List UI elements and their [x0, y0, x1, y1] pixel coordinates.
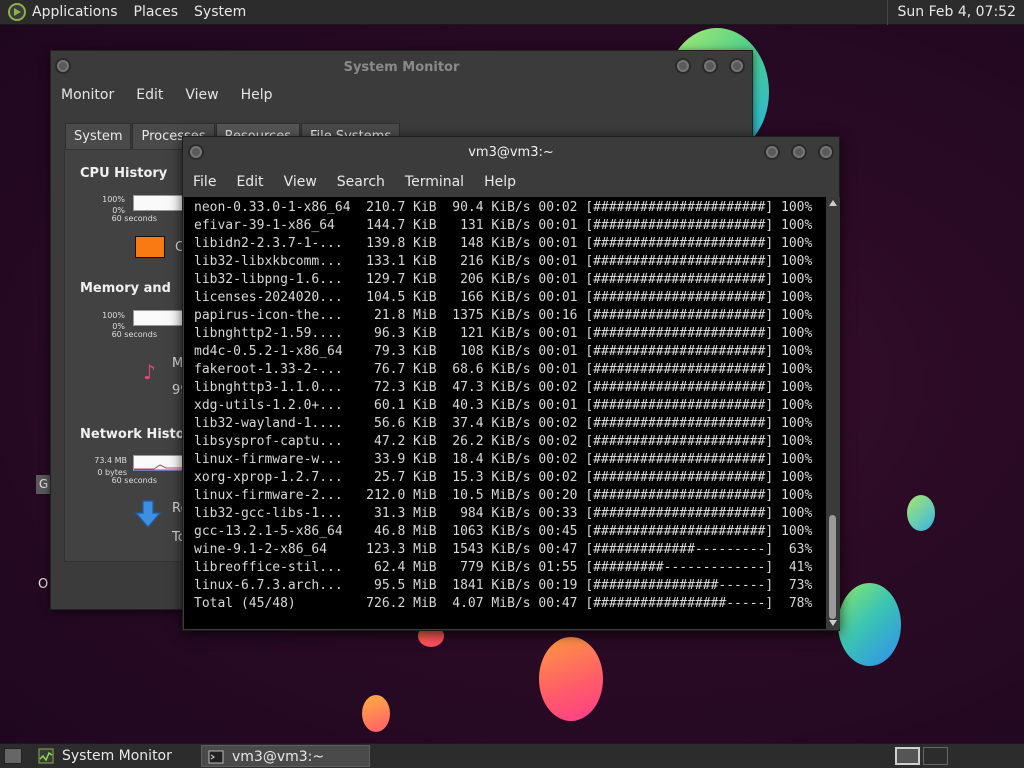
terminal-line: libreoffice-stil... 62.4 MiB 779 KiB/s 0…	[194, 560, 813, 575]
terminal-line: libnghttp3-1.1.0... 72.3 KiB 47.3 KiB/s …	[194, 380, 813, 395]
menu-edit[interactable]: Edit	[136, 87, 163, 103]
taskbar-item-terminal[interactable]: vm3@vm3:~	[201, 745, 370, 767]
minimize-button[interactable]	[675, 58, 691, 74]
memory-pie-icon[interactable]: ♪	[143, 360, 165, 384]
window-titlebar[interactable]: System Monitor	[51, 51, 752, 83]
terminal-line: lib32-gcc-libs-1... 31.3 MiB 984 KiB/s 0…	[194, 506, 813, 521]
desktop-label-fragment: O	[38, 577, 49, 592]
network-graph-lines	[134, 464, 184, 471]
menu-places[interactable]: Places	[134, 4, 179, 20]
terminal-line: libnghttp2-1.59.... 96.3 KiB 121 KiB/s 0…	[194, 326, 813, 341]
terminal-line: md4c-0.5.2-1-x86_64 79.3 KiB 108 KiB/s 0…	[194, 344, 813, 359]
menu-terminal[interactable]: Terminal	[405, 174, 464, 190]
terminal-line: xdg-utils-1.2.0+... 60.1 KiB 40.3 KiB/s …	[194, 398, 813, 413]
terminal-line: linux-firmware-w... 33.9 KiB 18.4 KiB/s …	[194, 452, 813, 467]
system-monitor-icon	[38, 748, 54, 764]
wallpaper-bubble	[539, 637, 603, 721]
terminal-line: wine-9.1-2-x86_64 123.3 MiB 1543 KiB/s 0…	[194, 542, 813, 557]
terminal-line: linux-6.7.3.arch... 95.5 MiB 1841 KiB/s …	[194, 578, 813, 593]
terminal-line: lib32-libxkbcomm... 133.1 KiB 216 KiB/s …	[194, 254, 813, 269]
taskbar-item-label: System Monitor	[62, 748, 172, 764]
terminal-line: neon-0.33.0-1-x86_64 210.7 KiB 90.4 KiB/…	[194, 200, 813, 215]
cpu-history-title: CPU History	[80, 166, 168, 181]
cpu-xlabel: 60 seconds	[111, 214, 157, 223]
terminal-window[interactable]: vm3@vm3:~ File Edit View Search Terminal…	[182, 136, 840, 631]
terminal-screen[interactable]: neon-0.33.0-1-x86_64 210.7 KiB 90.4 KiB/…	[184, 197, 826, 629]
network-xlabel: 60 seconds	[111, 476, 157, 485]
scroll-down-arrow-icon[interactable]	[829, 620, 837, 626]
terminal-line: Total (45/48) 726.2 MiB 4.07 MiB/s 00:47…	[194, 596, 813, 611]
top-menu: Applications Places System	[0, 0, 262, 24]
terminal-line: libsysprof-captu... 47.2 KiB 26.2 KiB/s …	[194, 434, 813, 449]
menubar: Monitor Edit View Help	[61, 87, 295, 103]
terminal-line: lib32-libpng-1.6... 129.7 KiB 206 KiB/s …	[194, 272, 813, 287]
terminal-line: gcc-13.2.1-5-x86_64 46.8 MiB 1063 KiB/s …	[194, 524, 813, 539]
menu-monitor[interactable]: Monitor	[61, 87, 114, 103]
wallpaper-bubble	[838, 583, 901, 666]
wallpaper-bubble	[362, 695, 390, 732]
menu-view[interactable]: View	[185, 87, 218, 103]
menu-search[interactable]: Search	[337, 174, 385, 190]
memory-graph	[133, 310, 183, 326]
cpu-color-swatch[interactable]	[135, 236, 165, 258]
terminal-line: licenses-2024020... 104.5 KiB 166 KiB/s …	[194, 290, 813, 305]
memory-history-title: Memory and Swa	[80, 281, 170, 296]
network-ymax: 73.4 MB	[94, 456, 127, 465]
menu-system[interactable]: System	[194, 4, 246, 20]
maximize-button[interactable]	[702, 58, 718, 74]
show-desktop-icon[interactable]	[4, 748, 22, 764]
desktop-icon-fragment[interactable]: G	[36, 475, 51, 494]
memory-ymax: 100%	[102, 311, 125, 320]
terminal-line: lib32-wayland-1.... 56.6 KiB 37.4 KiB/s …	[194, 416, 813, 431]
minimize-button[interactable]	[764, 144, 780, 160]
menubar: File Edit View Search Terminal Help	[193, 174, 536, 190]
terminal-icon	[208, 749, 224, 765]
terminal-line: papirus-icon-the... 21.8 MiB 1375 KiB/s …	[194, 308, 813, 323]
bottom-panel: System Monitor vm3@vm3:~	[0, 743, 1024, 768]
terminal-line: efivar-39-1-x86_64 144.7 KiB 131 KiB/s 0…	[194, 218, 813, 233]
terminal-line: xorg-xprop-1.2.7... 25.7 KiB 15.3 KiB/s …	[194, 470, 813, 485]
download-arrow-icon[interactable]	[134, 500, 162, 528]
taskbar-item-label: vm3@vm3:~	[232, 749, 325, 765]
maximize-button[interactable]	[791, 144, 807, 160]
terminal-line: linux-firmware-2... 212.0 MiB 10.5 MiB/s…	[194, 488, 813, 503]
tab-system[interactable]: System	[65, 123, 132, 149]
window-title: vm3@vm3:~	[468, 145, 554, 160]
menu-view[interactable]: View	[284, 174, 317, 190]
window-titlebar[interactable]: vm3@vm3:~	[183, 137, 839, 167]
menu-help[interactable]: Help	[241, 87, 273, 103]
menu-file[interactable]: File	[193, 174, 216, 190]
menu-help[interactable]: Help	[484, 174, 516, 190]
taskbar-item-system-monitor[interactable]: System Monitor	[32, 745, 200, 767]
close-button[interactable]	[818, 144, 834, 160]
cpu-ymax: 100%	[102, 195, 125, 204]
clock[interactable]: Sun Feb 4, 07:52	[886, 0, 1024, 25]
terminal-line: libidn2-2.3.7-1-... 139.8 KiB 148 KiB/s …	[194, 236, 813, 251]
top-panel: Applications Places System Sun Feb 4, 07…	[0, 0, 1024, 25]
wallpaper-bubble	[907, 495, 935, 531]
close-button[interactable]	[729, 58, 745, 74]
workspace-1-icon[interactable]	[895, 747, 920, 765]
scroll-up-arrow-icon[interactable]	[829, 200, 837, 206]
window-title: System Monitor	[343, 60, 460, 75]
cpu-graph	[133, 195, 183, 211]
menu-applications[interactable]: Applications	[32, 4, 118, 20]
menu-edit[interactable]: Edit	[236, 174, 263, 190]
scrollbar-thumb[interactable]	[829, 515, 836, 619]
terminal-line: fakeroot-1.33-2-... 76.7 KiB 68.6 KiB/s …	[194, 362, 813, 377]
terminal-scrollbar[interactable]	[826, 197, 840, 629]
memory-xlabel: 60 seconds	[111, 330, 157, 339]
distro-logo-icon[interactable]	[8, 3, 26, 21]
network-graph	[133, 455, 184, 471]
workspace-2-icon[interactable]	[923, 747, 948, 765]
